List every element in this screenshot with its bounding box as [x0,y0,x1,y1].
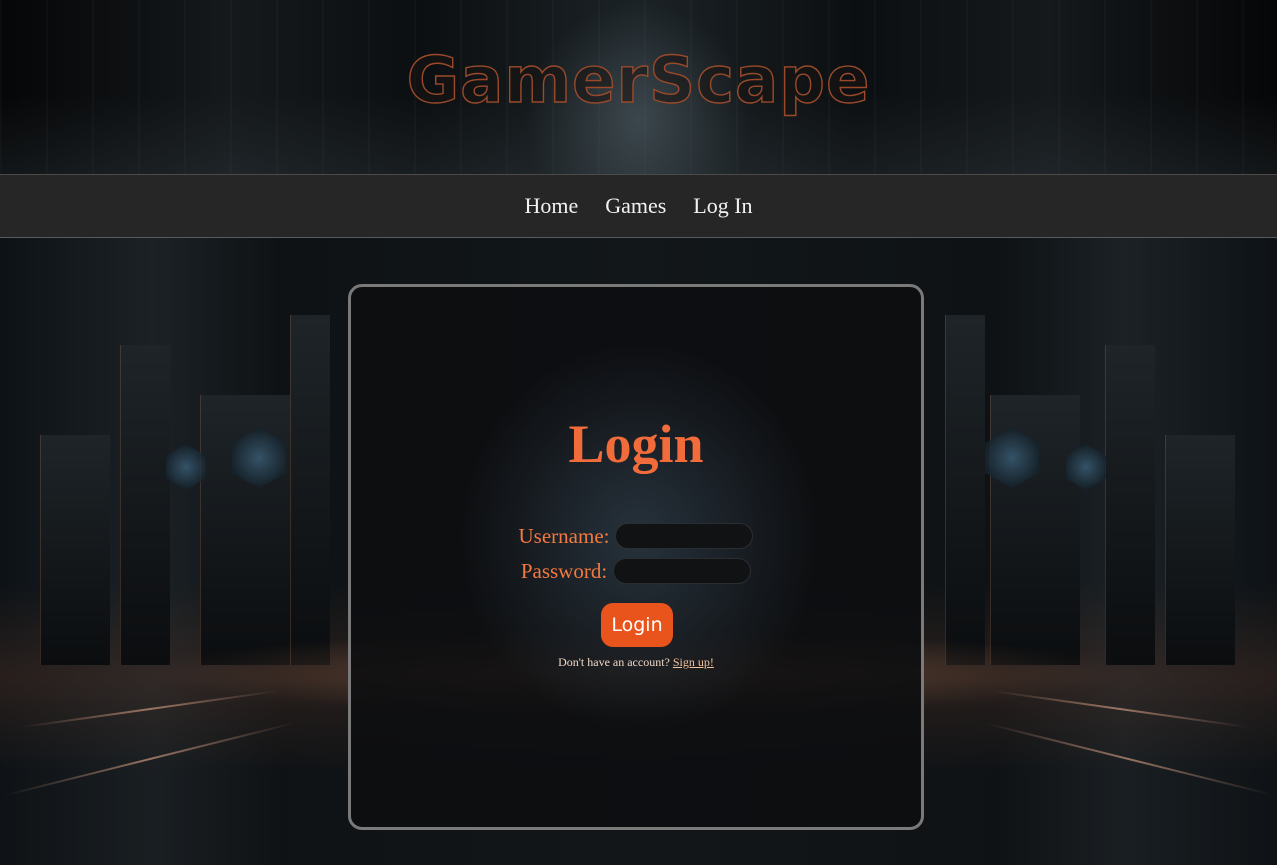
username-row: Username: [351,523,921,549]
site-title: GamerScape [406,43,871,118]
password-label: Password: [520,558,608,583]
nav-item-games[interactable]: Games [605,193,666,219]
password-row: Password: [351,558,921,584]
signup-link[interactable]: Sign up! [673,655,714,669]
background-tower [120,345,170,665]
light-streak [4,721,296,797]
background-tower [290,315,330,665]
light-streak [984,722,1273,796]
password-input[interactable] [613,558,752,584]
background-tower [945,315,985,665]
login-heading: Login [568,414,704,474]
nav-item-home[interactable]: Home [524,193,578,219]
signup-prompt-text: Don't have an account? [558,655,670,669]
main-nav: Home Games Log In [0,174,1277,238]
signup-prompt: Don't have an account? Sign up! [351,655,921,670]
background-tower [200,395,290,665]
background-tower [1105,345,1155,665]
login-button[interactable]: Login [601,603,673,647]
login-card: Login Username: Password: Login Don't ha… [348,284,924,830]
nav-item-login[interactable]: Log In [693,193,752,219]
username-input[interactable] [615,523,754,549]
username-label: Username: [518,523,610,548]
site-banner: GamerScape [0,0,1277,174]
